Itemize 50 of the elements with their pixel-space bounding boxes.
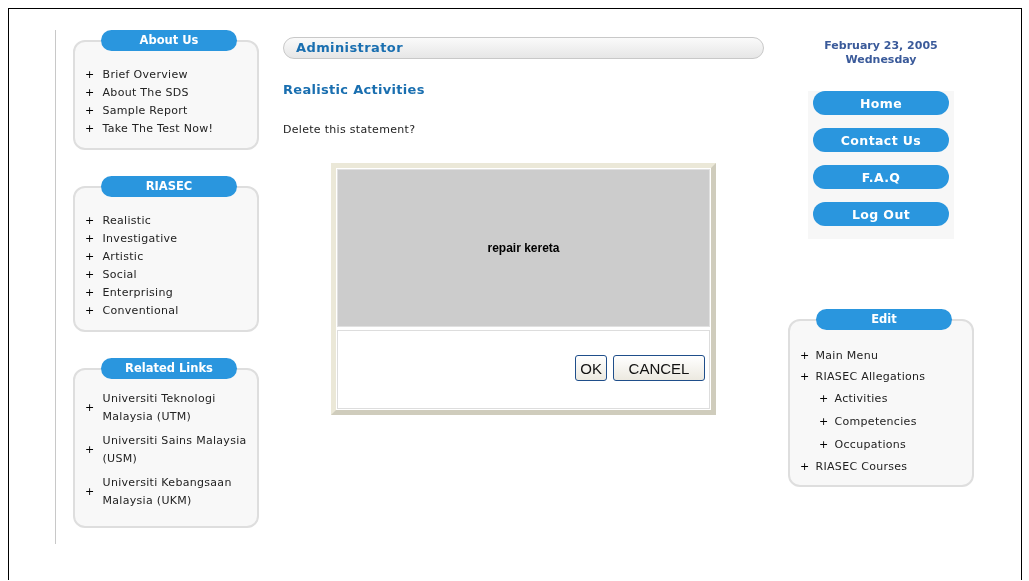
date-text: February 23, 2005 (824, 39, 938, 53)
plus-icon: + (85, 120, 95, 138)
plus-icon: + (819, 410, 829, 433)
plus-icon: + (85, 399, 95, 417)
plus-icon: + (800, 366, 810, 387)
plus-icon: + (800, 456, 810, 477)
page-title: Realistic Activities (283, 82, 426, 97)
menu-link[interactable]: Activities (834, 387, 888, 410)
plus-icon: + (85, 102, 95, 120)
sidebar-link[interactable]: Universiti Teknologi Malaysia (UTM) (102, 390, 251, 426)
sidebar-link[interactable]: Universiti Sains Malaysia (USM) (102, 432, 251, 468)
sidebar-link[interactable]: Brief Overview (102, 66, 188, 84)
plus-icon: + (85, 230, 95, 248)
sidebar-link[interactable]: Sample Report (102, 102, 188, 120)
sidebar-link[interactable]: Realistic (102, 212, 152, 230)
plus-icon: + (800, 345, 810, 366)
panel-header: RIASEC (101, 176, 237, 197)
plus-icon: + (85, 212, 95, 230)
plus-icon: + (85, 284, 95, 302)
weekday-text: Wednesday (844, 53, 918, 67)
dialog-button[interactable]: CANCEL (613, 355, 705, 381)
plus-icon: + (85, 441, 95, 459)
sidebar-link[interactable]: Universiti Kebangsaan Malaysia (UKM) (102, 474, 251, 510)
plus-icon: + (85, 266, 95, 284)
plus-icon: + (85, 302, 95, 320)
panel-header: Related Links (101, 358, 237, 379)
sidebar-link[interactable]: Artistic (102, 248, 144, 266)
sidebar-link[interactable]: Social (102, 266, 137, 284)
sidebar-link[interactable]: Investigative (102, 230, 178, 248)
sidebar-link[interactable]: About The SDS (102, 84, 189, 102)
prompt-text: Delete this statement? (283, 123, 417, 136)
statement-text: repair kereta (487, 241, 560, 255)
plus-icon: + (819, 433, 829, 456)
sidebar-link[interactable]: Enterprising (102, 284, 173, 302)
header-bar: Administrator (283, 37, 764, 59)
sidebar-link[interactable]: Conventional (102, 302, 179, 320)
menu-link[interactable]: RIASEC Allegations (815, 366, 926, 387)
menu-link[interactable]: Occupations (834, 433, 907, 456)
plus-icon: + (85, 248, 95, 266)
sidebar-link[interactable]: Take The Test Now! (102, 120, 214, 138)
menu-link[interactable]: RIASEC Courses (815, 456, 908, 477)
panel-header: About Us (101, 30, 237, 51)
panel-header: Edit (816, 309, 952, 330)
plus-icon: + (819, 387, 829, 410)
dialog-button[interactable]: OK (575, 355, 607, 381)
plus-icon: + (85, 84, 95, 102)
plus-icon: + (85, 483, 95, 501)
plus-icon: + (85, 66, 95, 84)
menu-link[interactable]: Main Menu (815, 345, 879, 366)
menu-link[interactable]: Competencies (834, 410, 917, 433)
